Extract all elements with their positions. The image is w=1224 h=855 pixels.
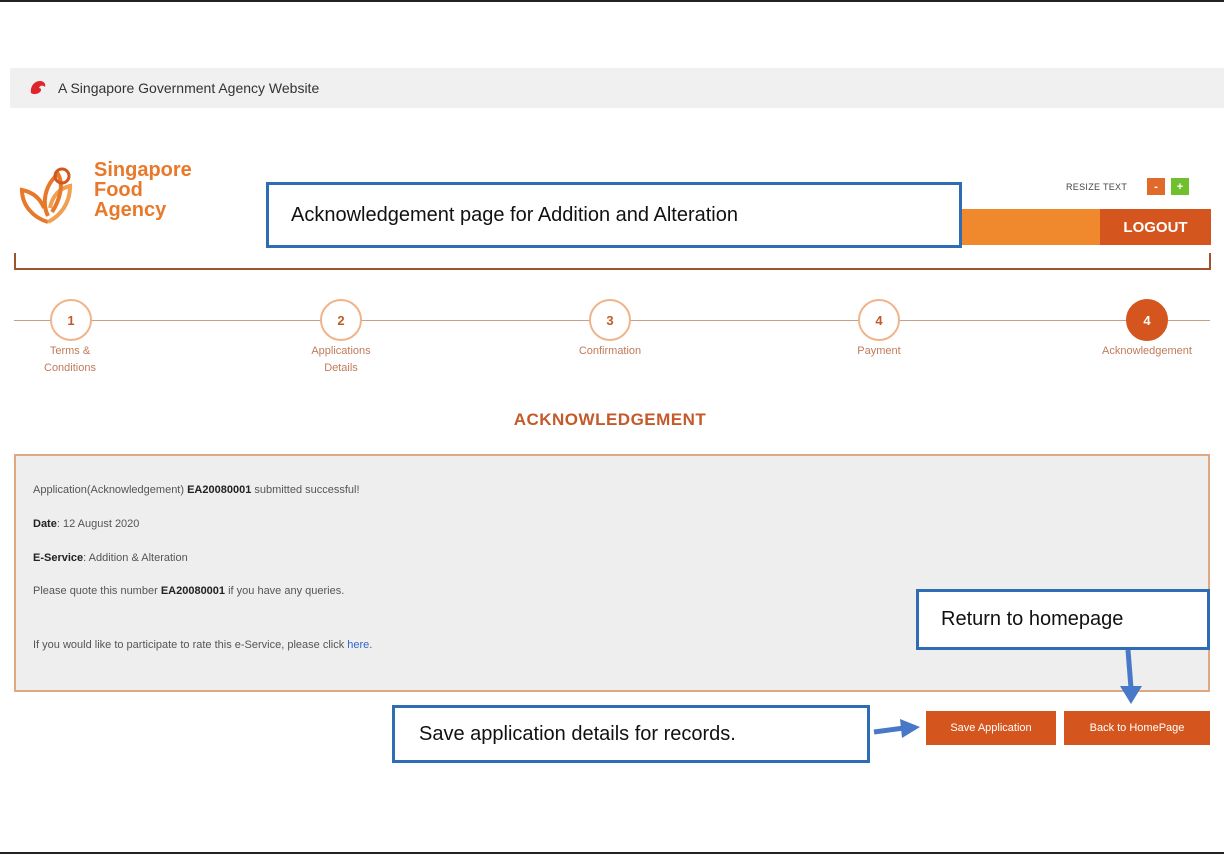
submission-message: Application(Acknowledgement) EA20080001 …	[33, 484, 360, 496]
step-2-label-line-1: Applications	[311, 345, 371, 357]
callout-page-description: Acknowledgement page for Addition and Al…	[266, 182, 962, 248]
logout-button[interactable]: LOGOUT	[1100, 209, 1211, 245]
step-3-label: Confirmation	[550, 343, 670, 360]
step-4-label: Payment	[819, 343, 939, 360]
callout-page-description-text: Acknowledgement page for Addition and Al…	[291, 203, 738, 226]
date-label: Date	[33, 518, 57, 530]
step-2-label-line-2: Details	[324, 362, 358, 374]
step-1-label: Terms & Conditions	[10, 343, 130, 377]
sfa-logo[interactable]: Singapore Food Agency	[14, 160, 224, 230]
callout-return-homepage: Return to homepage	[916, 589, 1210, 650]
header-border-bottom	[14, 268, 1211, 270]
save-application-button[interactable]: Save Application	[926, 711, 1056, 745]
step-5-circle: 4	[1126, 299, 1168, 341]
step-2-circle: 2	[320, 299, 362, 341]
rate-end: .	[369, 639, 373, 651]
step-2-label: Applications Details	[281, 343, 401, 377]
lion-head-icon	[30, 81, 46, 95]
step-1-circle: 1	[50, 299, 92, 341]
step-3-label-line-1: Confirmation	[578, 345, 642, 357]
resize-text-control: RESIZE TEXT - +	[1066, 178, 1190, 195]
step-4-label-line-1: Payment	[857, 345, 901, 357]
step-1-label-line-2: Conditions	[44, 362, 96, 374]
acknowledgement-panel: Application(Acknowledgement) EA20080001 …	[14, 454, 1210, 692]
callout-return-homepage-text: Return to homepage	[941, 608, 1124, 630]
gov-banner: A Singapore Government Agency Website	[10, 68, 1224, 108]
service-value: : Addition & Alteration	[83, 552, 188, 564]
quote-application-id: EA20080001	[160, 585, 226, 597]
service-label: E-Service	[33, 552, 84, 564]
step-3-circle: 3	[589, 299, 631, 341]
service-row: E-Service: Addition & Alteration	[33, 552, 188, 564]
arrow-down-icon	[1120, 649, 1142, 704]
decrease-text-button[interactable]: -	[1147, 178, 1166, 195]
date-row: Date: 12 August 2020	[33, 518, 139, 530]
increase-text-button[interactable]: +	[1171, 178, 1190, 195]
back-to-homepage-button[interactable]: Back to HomePage	[1064, 711, 1210, 745]
page-title: ACKNOWLEDGEMENT	[513, 410, 707, 429]
step-4-circle: 4	[858, 299, 900, 341]
step-5-label-line-1: Acknowledgement	[1102, 345, 1192, 357]
logo-line-1: Singapore	[94, 159, 192, 181]
rate-text: If you would like to participate to rate…	[33, 639, 348, 651]
callout-save-application-text: Save application details for records.	[419, 722, 736, 745]
rate-service-link[interactable]: here	[347, 639, 369, 651]
frame-top-border	[0, 0, 1224, 2]
application-id: EA20080001	[187, 484, 252, 496]
frame-bottom-border	[0, 852, 1224, 854]
logo-line-2: Food	[94, 179, 143, 201]
arrow-right-icon	[873, 719, 920, 738]
submission-prefix: Application(Acknowledgement)	[33, 484, 188, 496]
date-value: : 12 August 2020	[56, 518, 140, 530]
sfa-leaf-icon	[19, 167, 73, 224]
step-5-label: Acknowledgement	[1077, 343, 1217, 360]
submission-suffix: submitted successful!	[251, 484, 360, 496]
quote-suffix: if you have any queries.	[225, 585, 345, 597]
callout-save-application: Save application details for records.	[392, 705, 870, 763]
logo-line-3: Agency	[94, 199, 167, 221]
quote-row: Please quote this number EA20080001 if y…	[33, 585, 344, 597]
resize-text-label: RESIZE TEXT	[1066, 181, 1128, 192]
gov-banner-text: A Singapore Government Agency Website	[58, 80, 320, 96]
step-1-label-line-1: Terms &	[49, 345, 91, 357]
rate-row: If you would like to participate to rate…	[33, 639, 372, 651]
quote-prefix: Please quote this number	[33, 585, 161, 597]
